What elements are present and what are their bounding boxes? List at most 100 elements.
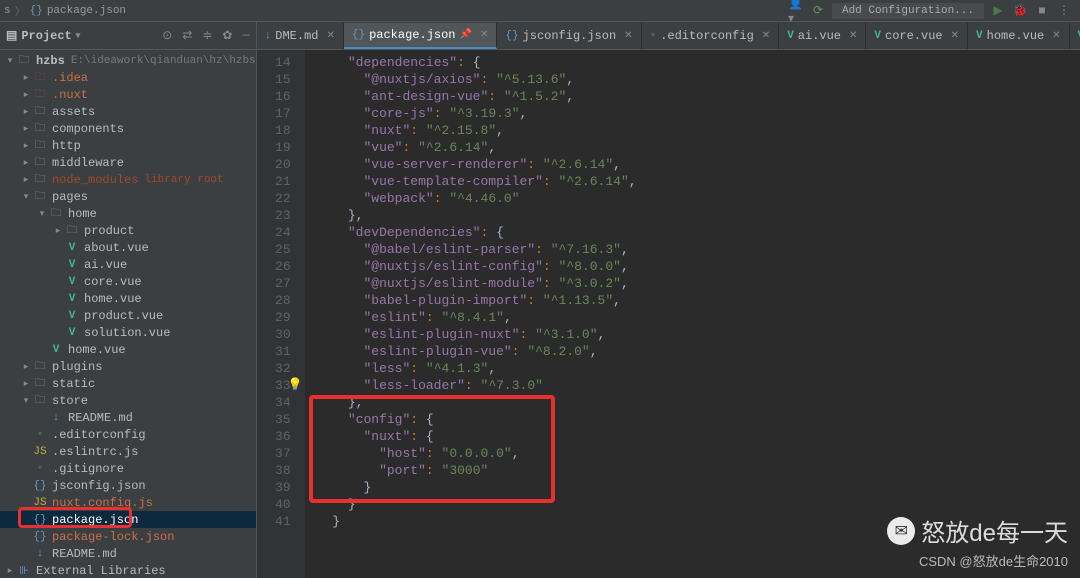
code-editor[interactable]: 14151617181920212223242526272829303132💡3… bbox=[257, 50, 1080, 578]
vue-icon: V bbox=[787, 30, 794, 42]
close-icon[interactable]: ✕ bbox=[849, 30, 857, 42]
vue-icon: V bbox=[48, 344, 64, 356]
external-libraries[interactable]: ▸⊪External Libraries bbox=[0, 562, 256, 578]
tree-item-home-vue[interactable]: Vhome.vue bbox=[0, 341, 256, 358]
project-tree[interactable]: ▾🗀hzbsE:\ideawork\qianduan\hz\hzbs▸🗀.ide… bbox=[0, 50, 256, 578]
tree-item-home[interactable]: ▾🗀home bbox=[0, 205, 256, 222]
add-configuration-button[interactable]: Add Configuration... bbox=[832, 3, 984, 19]
more-icon[interactable]: ⋮ bbox=[1056, 3, 1072, 19]
close-icon[interactable]: ✕ bbox=[480, 29, 488, 41]
vue-icon: V bbox=[874, 30, 881, 42]
tree-item--nuxt[interactable]: ▸🗀.nuxt bbox=[0, 86, 256, 103]
folder-icon: 🗀 bbox=[48, 204, 64, 223]
select-opened-icon[interactable]: ⊙ bbox=[162, 28, 172, 43]
vue-icon: V bbox=[64, 276, 80, 288]
tree-item-pages[interactable]: ▾🗀pages bbox=[0, 188, 256, 205]
expand-icon[interactable]: ⇄ bbox=[182, 28, 192, 43]
stop-icon[interactable]: ■ bbox=[1034, 3, 1050, 19]
code-content[interactable]: "dependencies": { "@nuxtjs/axios": "^5.1… bbox=[305, 50, 1080, 578]
tree-item-jsconfig-json[interactable]: {}jsconfig.json bbox=[0, 477, 256, 494]
tree-item-product-vue[interactable]: Vproduct.vue bbox=[0, 307, 256, 324]
tree-item--gitignore[interactable]: ◦.gitignore bbox=[0, 460, 256, 477]
tree-item-nuxt-config-js[interactable]: JSnuxt.config.js bbox=[0, 494, 256, 511]
close-icon[interactable]: ✕ bbox=[951, 30, 959, 42]
settings-icon[interactable]: ✿ bbox=[222, 28, 232, 43]
toolbar-top: s〉 {} package.json 👤▾ ⟳ Add Configuratio… bbox=[0, 0, 1080, 22]
close-icon[interactable]: ✕ bbox=[624, 30, 632, 42]
json-hl-icon: {} bbox=[32, 531, 48, 543]
tree-item-assets[interactable]: ▸🗀assets bbox=[0, 103, 256, 120]
close-icon[interactable]: ✕ bbox=[326, 30, 334, 42]
tree-item-package-lock-json[interactable]: {}package-lock.json bbox=[0, 528, 256, 545]
project-sidebar: ▤ Project ▾ ⊙ ⇄ ≑ ✿ — ▾🗀hzbsE:\ideawork\… bbox=[0, 22, 257, 578]
close-icon[interactable]: ✕ bbox=[1052, 30, 1060, 42]
hide-icon[interactable]: — bbox=[242, 28, 249, 43]
tree-item-static[interactable]: ▸🗀static bbox=[0, 375, 256, 392]
tree-item-ai-vue[interactable]: Vai.vue bbox=[0, 256, 256, 273]
tree-item-plugins[interactable]: ▸🗀plugins bbox=[0, 358, 256, 375]
project-root-icon: 🗀 bbox=[16, 51, 32, 70]
pin-icon: 📌 bbox=[460, 29, 472, 41]
tree-item--editorconfig[interactable]: ◦.editorconfig bbox=[0, 426, 256, 443]
vue-icon: V bbox=[64, 242, 80, 254]
vue-icon: V bbox=[64, 293, 80, 305]
tab-home-vue[interactable]: Vhome.vue✕ bbox=[968, 23, 1070, 49]
breadcrumb[interactable]: s〉 {} package.json bbox=[4, 3, 126, 19]
md-icon: ↓ bbox=[32, 548, 48, 560]
file-icon: ◦ bbox=[32, 429, 48, 441]
tab-DME-md[interactable]: ↓DME.md✕ bbox=[257, 23, 344, 49]
vue-icon: V bbox=[976, 30, 983, 42]
folder-icon: 🗀 bbox=[32, 391, 48, 410]
gutter: 14151617181920212223242526272829303132💡3… bbox=[257, 50, 305, 578]
project-title[interactable]: Project bbox=[21, 29, 71, 43]
wechat-icon: ✉ bbox=[887, 517, 915, 545]
collapse-icon[interactable]: ≑ bbox=[202, 28, 212, 43]
intention-bulb-icon[interactable]: 💡 bbox=[288, 377, 303, 394]
tree-item-product[interactable]: ▸🗀product bbox=[0, 222, 256, 239]
tab-core-vue[interactable]: Vcore.vue✕ bbox=[866, 23, 968, 49]
tab-jsconfig-json[interactable]: {}jsconfig.json✕ bbox=[497, 23, 641, 49]
tree-item-core-vue[interactable]: Vcore.vue bbox=[0, 273, 256, 290]
tab--editorconfig[interactable]: ◦.editorconfig✕ bbox=[642, 23, 780, 49]
file-icon: ◦ bbox=[650, 30, 657, 42]
tree-item-package-json[interactable]: {}package.json bbox=[0, 511, 256, 528]
vue-icon: V bbox=[64, 259, 80, 271]
file-icon: ◦ bbox=[32, 463, 48, 475]
js-icon: JS bbox=[32, 446, 48, 458]
debug-icon[interactable]: 🐞 bbox=[1012, 3, 1028, 19]
tree-item-README-md[interactable]: ↓README.md bbox=[0, 545, 256, 562]
tree-item-node_modules[interactable]: ▸🗀node_moduleslibrary root bbox=[0, 171, 256, 188]
js-hl-icon: JS bbox=[32, 497, 48, 509]
sync-icon[interactable]: ⟳ bbox=[810, 3, 826, 19]
close-icon[interactable]: ✕ bbox=[762, 30, 770, 42]
library-icon: ⊪ bbox=[16, 564, 32, 578]
tree-item-http[interactable]: ▸🗀http bbox=[0, 137, 256, 154]
tree-item-about-vue[interactable]: Vabout.vue bbox=[0, 239, 256, 256]
json-icon: {} bbox=[32, 480, 48, 492]
json-icon: {} bbox=[352, 29, 365, 41]
tab-product-vue[interactable]: Vproduct.vue✕ bbox=[1070, 23, 1080, 49]
tree-item-store[interactable]: ▾🗀store bbox=[0, 392, 256, 409]
tree-item-components[interactable]: ▸🗀components bbox=[0, 120, 256, 137]
tree-root[interactable]: ▾🗀hzbsE:\ideawork\qianduan\hz\hzbs bbox=[0, 52, 256, 69]
folder-icon: 🗀 bbox=[64, 221, 80, 240]
vue-icon: V bbox=[64, 327, 80, 339]
run-icon[interactable]: ▶ bbox=[990, 3, 1006, 19]
md-icon: ↓ bbox=[48, 412, 64, 424]
user-icon[interactable]: 👤▾ bbox=[788, 3, 804, 19]
tab-package-json[interactable]: {}package.json📌✕ bbox=[344, 23, 497, 49]
project-header: ▤ Project ▾ ⊙ ⇄ ≑ ✿ — bbox=[0, 22, 256, 50]
watermark: ✉ 怒放de每一天 bbox=[887, 513, 1068, 548]
tree-item-README-md[interactable]: ↓README.md bbox=[0, 409, 256, 426]
project-icon: ▤ bbox=[6, 28, 17, 43]
folder-icon: 🗀 bbox=[32, 187, 48, 206]
tree-item-home-vue[interactable]: Vhome.vue bbox=[0, 290, 256, 307]
json-icon: {} bbox=[32, 514, 48, 526]
editor-tabs[interactable]: ↓DME.md✕{}package.json📌✕{}jsconfig.json✕… bbox=[257, 22, 1080, 50]
tree-item--idea[interactable]: ▸🗀.idea bbox=[0, 69, 256, 86]
tree-item-solution-vue[interactable]: Vsolution.vue bbox=[0, 324, 256, 341]
tree-item-middleware[interactable]: ▸🗀middleware bbox=[0, 154, 256, 171]
tab-ai-vue[interactable]: Vai.vue✕ bbox=[779, 23, 866, 49]
tree-item--eslintrc-js[interactable]: JS.eslintrc.js bbox=[0, 443, 256, 460]
md-icon: ↓ bbox=[265, 30, 272, 42]
